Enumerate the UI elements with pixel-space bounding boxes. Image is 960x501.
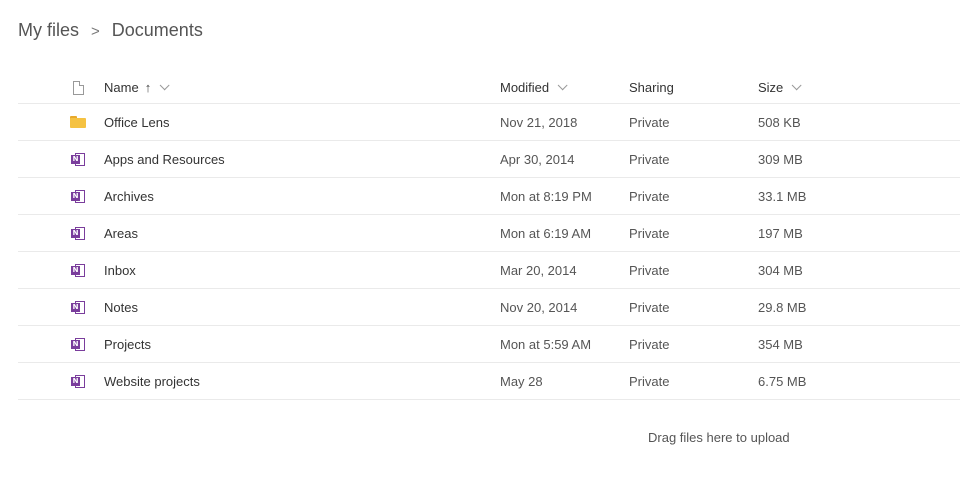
breadcrumb-my-files[interactable]: My files [18,20,79,41]
file-modified: Nov 21, 2018 [500,114,578,130]
file-icon-cell: N [68,363,88,399]
file-modified: Mar 20, 2014 [500,262,577,278]
file-size: 508 KB [758,114,801,130]
table-row[interactable]: N Notes Nov 20, 2014 Private 29.8 MB [18,289,960,326]
column-header-sharing-label: Sharing [629,80,674,95]
file-sharing: Private [629,299,670,315]
file-icon-cell: N [68,326,88,362]
file-modified: Nov 20, 2014 [500,299,578,315]
chevron-down-icon[interactable] [791,80,802,91]
onenote-icon: N [70,152,86,167]
column-header-modified[interactable]: Modified [500,72,568,103]
file-table: Name ↑ Modified Sharing Size Office Lens… [18,72,960,400]
file-size: 197 MB [758,225,803,241]
document-icon [72,80,84,95]
file-sharing: Private [629,336,670,352]
file-icon-cell: N [68,215,88,251]
column-header-size-label: Size [758,80,784,95]
file-name[interactable]: Projects [104,326,151,362]
table-row[interactable]: N Website projects May 28 Private 6.75 MB [18,363,960,400]
onenote-icon: N [70,263,86,278]
file-sharing: Private [629,262,670,278]
file-sharing: Private [629,225,670,241]
column-header-name-label: Name [104,80,139,95]
breadcrumb: My files > Documents [18,20,203,41]
onenote-icon: N [70,226,86,241]
file-size: 29.8 MB [758,299,807,315]
sort-ascending-icon: ↑ [144,80,152,95]
file-rows: Office Lens Nov 21, 2018 Private 508 KB N App… [18,104,960,400]
file-size: 6.75 MB [758,373,807,389]
file-browser: My files > Documents Name ↑ Modified Sha… [0,0,960,501]
chevron-down-icon[interactable] [557,80,568,91]
breadcrumb-documents: Documents [111,20,203,40]
file-size: 33.1 MB [758,188,807,204]
file-modified: Mon at 5:59 AM [500,336,592,352]
file-sharing: Private [629,373,670,389]
table-row[interactable]: Office Lens Nov 21, 2018 Private 508 KB [18,104,960,141]
chevron-down-icon[interactable] [159,80,170,91]
file-size: 304 MB [758,262,803,278]
table-row[interactable]: N Inbox Mar 20, 2014 Private 304 MB [18,252,960,289]
file-size: 309 MB [758,151,803,167]
file-icon-cell: N [68,252,88,288]
file-icon-cell: N [68,141,88,177]
onenote-icon: N [70,374,86,389]
file-name[interactable]: Archives [104,178,154,214]
file-modified: Mon at 8:19 PM [500,188,592,204]
file-icon-cell: N [68,289,88,325]
file-sharing: Private [629,188,670,204]
file-sharing: Private [629,114,670,130]
file-modified: Mon at 6:19 AM [500,225,592,241]
file-modified: May 28 [500,373,543,389]
file-name[interactable]: Inbox [104,252,136,288]
file-modified: Apr 30, 2014 [500,151,575,167]
table-header: Name ↑ Modified Sharing Size [18,72,960,104]
file-name[interactable]: Website projects [104,363,200,399]
drag-upload-hint: Drag files here to upload [648,430,790,445]
folder-icon [70,116,86,128]
table-row[interactable]: N Areas Mon at 6:19 AM Private 197 MB [18,215,960,252]
table-row[interactable]: N Apps and Resources Apr 30, 2014 Private 30… [18,141,960,178]
file-icon-cell [68,104,88,140]
onenote-icon: N [70,337,86,352]
file-type-header[interactable] [68,72,88,103]
file-icon-cell: N [68,178,88,214]
breadcrumb-separator-icon: > [91,23,100,40]
file-name[interactable]: Office Lens [104,104,170,140]
column-header-name[interactable]: Name ↑ [104,72,170,103]
onenote-icon: N [70,300,86,315]
column-header-modified-label: Modified [500,80,550,95]
table-row[interactable]: N Projects Mon at 5:59 AM Private 354 MB [18,326,960,363]
file-size: 354 MB [758,336,803,352]
file-sharing: Private [629,151,670,167]
table-row[interactable]: N Archives Mon at 8:19 PM Private 33.1 MB [18,178,960,215]
onenote-icon: N [70,189,86,204]
column-header-sharing[interactable]: Sharing [629,72,674,103]
file-name[interactable]: Notes [104,289,138,325]
column-header-size[interactable]: Size [758,72,802,103]
file-name[interactable]: Areas [104,215,138,251]
file-name[interactable]: Apps and Resources [104,141,225,177]
